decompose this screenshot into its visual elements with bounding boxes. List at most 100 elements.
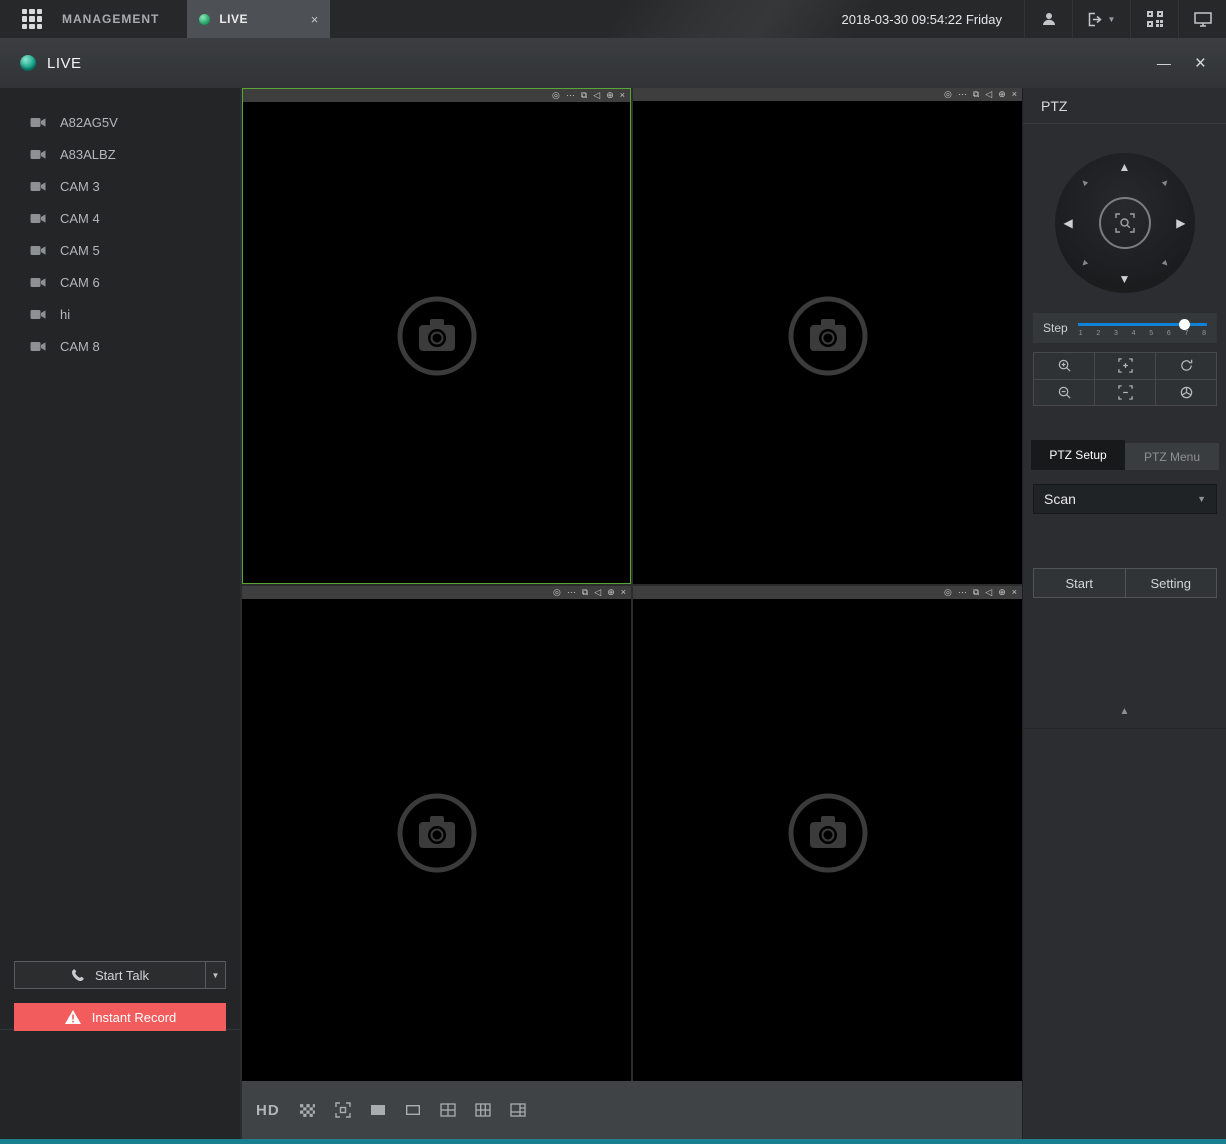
step-slider-knob[interactable]: [1179, 319, 1190, 330]
tab-management[interactable]: MANAGEMENT: [62, 12, 159, 26]
fullscreen-button[interactable]: [335, 1102, 351, 1118]
start-button[interactable]: Start: [1033, 568, 1126, 598]
more-icon[interactable]: ⋯: [567, 586, 576, 599]
tab-close-icon[interactable]: ×: [311, 13, 319, 26]
hd-button[interactable]: HD: [256, 1102, 280, 1119]
zoom-icon[interactable]: ⊕: [998, 88, 1006, 101]
zoom-icon[interactable]: ⊕: [607, 586, 615, 599]
more-icon[interactable]: ⋯: [958, 586, 967, 599]
zoom-in-button[interactable]: [1034, 353, 1094, 379]
six-window-button[interactable]: [475, 1102, 491, 1118]
tab-live[interactable]: LIVE ×: [187, 0, 330, 38]
ptz-panel: PTZ ▲ ▼ ◀ ▶ ▲ ▲ ▲ ▲ Step 1 2 3 4: [1022, 88, 1226, 1139]
camera-icon: [30, 181, 46, 192]
checkerboard-icon: [299, 1103, 316, 1118]
logout-button[interactable]: ▼: [1072, 0, 1130, 38]
logout-caret-icon: ▼: [1108, 15, 1116, 24]
setting-button[interactable]: Setting: [1125, 568, 1218, 598]
ptz-right-arrow[interactable]: ▶: [1176, 217, 1185, 229]
eye-icon[interactable]: ◎: [553, 586, 561, 599]
focus-in-button[interactable]: [1095, 353, 1155, 379]
ptz-direction-wheel[interactable]: ▲ ▼ ◀ ▶ ▲ ▲ ▲ ▲: [1055, 153, 1195, 293]
eye-icon[interactable]: ◎: [944, 586, 952, 599]
eight-window-button[interactable]: [510, 1102, 526, 1118]
camera-icon: [30, 309, 46, 320]
apps-grid-icon[interactable]: [22, 9, 42, 29]
ptz-3d-position-button[interactable]: [1099, 197, 1151, 249]
iris-open-button[interactable]: [1156, 353, 1216, 379]
original-ratio-button[interactable]: [299, 1103, 316, 1118]
monitor-icon: [1194, 12, 1212, 27]
minimize-button[interactable]: —: [1157, 55, 1171, 71]
sidebar-item-camera[interactable]: CAM 5: [0, 234, 240, 266]
ptz-up-arrow[interactable]: ▲: [1119, 161, 1131, 173]
audio-icon[interactable]: ◁: [593, 89, 600, 102]
sidebar-item-camera[interactable]: A82AG5V: [0, 106, 240, 138]
qr-code-button[interactable]: [1130, 0, 1178, 38]
zoom-icon[interactable]: ⊕: [998, 586, 1006, 599]
user-button[interactable]: [1024, 0, 1072, 38]
ptz-upright-arrow[interactable]: ▲: [1159, 176, 1172, 189]
camera-label: hi: [60, 307, 70, 322]
single-screen-icon: [370, 1102, 386, 1118]
one-window-button[interactable]: [405, 1102, 421, 1118]
video-tile-4[interactable]: ◎ ⋯ ⧉ ◁ ⊕ ×: [633, 586, 1022, 1082]
tile-toolbar: ◎ ⋯ ⧉ ◁ ⊕ ×: [243, 89, 630, 102]
step-slider[interactable]: 1 2 3 4 5 6 7 8: [1078, 319, 1207, 337]
audio-icon[interactable]: ◁: [985, 88, 992, 101]
close-stream-icon[interactable]: ×: [620, 89, 625, 102]
more-icon[interactable]: ⋯: [958, 88, 967, 101]
instant-record-button[interactable]: Instant Record: [14, 1003, 226, 1031]
audio-icon[interactable]: ◁: [985, 586, 992, 599]
sidebar-item-camera[interactable]: CAM 4: [0, 202, 240, 234]
video-tile-2[interactable]: ◎ ⋯ ⧉ ◁ ⊕ ×: [633, 88, 1022, 584]
sidebar-item-camera[interactable]: CAM 3: [0, 170, 240, 202]
sidebar-item-camera[interactable]: hi: [0, 298, 240, 330]
eight-window-icon: [510, 1102, 526, 1118]
snapshot-icon[interactable]: ⧉: [973, 88, 979, 101]
more-icon[interactable]: ⋯: [566, 89, 575, 102]
ptz-upleft-arrow[interactable]: ▲: [1078, 176, 1091, 189]
video-tile-3[interactable]: ◎ ⋯ ⧉ ◁ ⊕ ×: [242, 586, 631, 1082]
close-stream-icon[interactable]: ×: [1012, 88, 1017, 101]
focus-out-button[interactable]: [1095, 380, 1155, 406]
panel-collapse-button[interactable]: ▲: [1023, 706, 1226, 717]
close-stream-icon[interactable]: ×: [1012, 586, 1017, 599]
start-talk-main[interactable]: Start Talk: [15, 962, 205, 988]
iris-close-button[interactable]: [1156, 380, 1216, 406]
video-tile-1[interactable]: ◎ ⋯ ⧉ ◁ ⊕ ×: [242, 88, 631, 584]
single-screen-button[interactable]: [370, 1102, 386, 1118]
tab-ptz-setup[interactable]: PTZ Setup: [1031, 440, 1125, 470]
four-window-button[interactable]: [440, 1102, 456, 1118]
close-button[interactable]: ×: [1195, 54, 1206, 73]
camera-label: CAM 8: [60, 339, 100, 354]
focus-in-icon: [1118, 358, 1133, 373]
tile-toolbar: ◎ ⋯ ⧉ ◁ ⊕ ×: [633, 586, 1022, 599]
ptz-left-arrow[interactable]: ◀: [1064, 217, 1073, 229]
eye-icon[interactable]: ◎: [552, 89, 560, 102]
start-talk-button[interactable]: Start Talk ▼: [14, 961, 226, 989]
sidebar-item-camera[interactable]: CAM 6: [0, 266, 240, 298]
caret-down-icon: ▼: [212, 971, 220, 980]
no-video-placeholder-icon: [786, 294, 870, 378]
snapshot-icon[interactable]: ⧉: [581, 89, 587, 102]
tab-ptz-menu[interactable]: PTZ Menu: [1125, 443, 1219, 470]
snapshot-icon[interactable]: ⧉: [973, 586, 979, 599]
sidebar-item-camera[interactable]: CAM 8: [0, 330, 240, 362]
zoom-icon[interactable]: ⊕: [606, 89, 614, 102]
camera-label: A82AG5V: [60, 115, 118, 130]
sidebar-item-camera[interactable]: A83ALBZ: [0, 138, 240, 170]
ptz-function-select[interactable]: Scan ▼: [1033, 484, 1217, 514]
warning-icon: [64, 1009, 82, 1025]
eye-icon[interactable]: ◎: [944, 88, 952, 101]
close-stream-icon[interactable]: ×: [621, 586, 626, 599]
start-talk-dropdown[interactable]: ▼: [205, 962, 225, 988]
audio-icon[interactable]: ◁: [594, 586, 601, 599]
ptz-downright-arrow[interactable]: ▲: [1159, 257, 1172, 270]
snapshot-icon[interactable]: ⧉: [582, 586, 588, 599]
ptz-downleft-arrow[interactable]: ▲: [1078, 257, 1091, 270]
zoom-out-button[interactable]: [1034, 380, 1094, 406]
live-window-icon: [20, 55, 36, 71]
ptz-down-arrow[interactable]: ▼: [1119, 273, 1131, 285]
display-mode-button[interactable]: [1178, 0, 1226, 38]
